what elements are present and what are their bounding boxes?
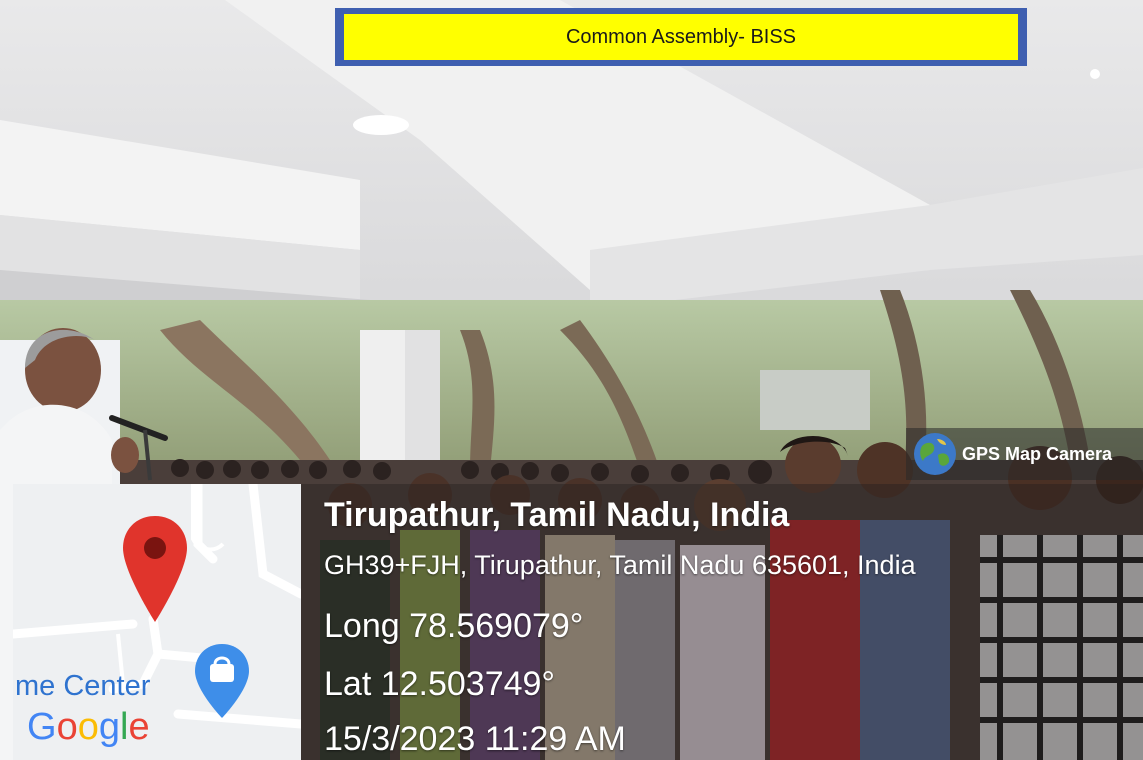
map-thumbnail[interactable]: me Center Google: [13, 484, 301, 760]
google-letter: G: [27, 706, 57, 748]
location-info-panel: Tirupathur, Tamil Nadu, India GH39+FJH, …: [301, 484, 1143, 760]
google-letter: o: [56, 706, 78, 748]
globe-icon: [914, 433, 956, 475]
location-address: GH39+FJH, Tirupathur, Tamil Nadu 635601,…: [324, 550, 916, 580]
google-letter: o: [77, 706, 99, 748]
shopping-bag-icon: [195, 644, 249, 718]
location-latitude: Lat 12.503749°: [324, 665, 556, 703]
location-pin-icon: [123, 516, 187, 622]
location-place: Tirupathur, Tamil Nadu, India: [324, 496, 790, 534]
location-longitude: Long 78.569079°: [324, 607, 584, 645]
photo-frame: Common Assembly- BISS GPS Map Camera me …: [0, 0, 1143, 760]
google-letter: g: [98, 706, 120, 748]
gps-map-camera-badge: GPS Map Camera: [906, 428, 1143, 480]
gps-badge-label: GPS Map Camera: [962, 443, 1113, 464]
map-place-label: me Center: [15, 670, 151, 702]
location-timestamp: 15/3/2023 11:29 AM: [324, 720, 626, 758]
title-banner: Common Assembly- BISS: [335, 8, 1027, 66]
banner-title: Common Assembly- BISS: [344, 14, 1018, 60]
google-logo: Google: [27, 706, 150, 749]
google-letter: e: [128, 706, 150, 748]
